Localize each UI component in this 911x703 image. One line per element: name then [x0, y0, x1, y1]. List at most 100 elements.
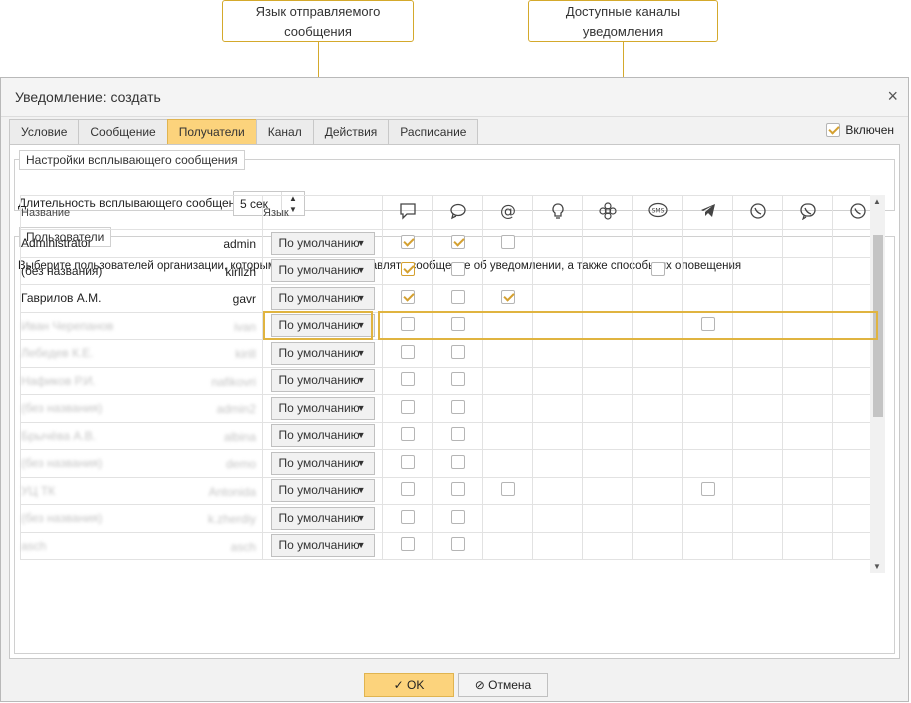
- user-name: Лебедев К.Е.: [21, 346, 94, 361]
- channel-checkbox[interactable]: [450, 537, 465, 552]
- channel-cell: [382, 504, 433, 533]
- scroll-up-icon[interactable]: ▲: [873, 197, 881, 206]
- channel-cell: [682, 531, 733, 560]
- caret-down-icon: ▼: [356, 347, 366, 358]
- channel-cell: [432, 449, 483, 478]
- table-row[interactable]: (без названия) admin2 По умолчанию ▼: [20, 394, 883, 423]
- tab-item[interactable]: Условие: [9, 119, 80, 144]
- channel-checkbox[interactable]: [450, 344, 465, 359]
- user-login: k.zherdiy: [207, 512, 256, 526]
- language-select[interactable]: По умолчанию ▼: [270, 341, 375, 365]
- table-scrollbar[interactable]: ▲ ▼: [870, 195, 885, 573]
- language-select-value: По умолчанию: [278, 235, 360, 250]
- language-select[interactable]: По умолчанию ▼: [270, 286, 375, 310]
- tab-item[interactable]: Действия: [312, 119, 390, 144]
- popup-settings-legend: Настройки всплывающего сообщения: [19, 150, 245, 170]
- channel-cell: [582, 476, 633, 505]
- table-row[interactable]: УЦ ТК Antonida По умолчанию ▼: [20, 476, 883, 505]
- channel-cell: [782, 284, 833, 313]
- user-name: (без названия): [21, 263, 103, 278]
- channel-checkbox[interactable]: [700, 482, 715, 497]
- tab-item[interactable]: Канал: [255, 119, 314, 144]
- tab-item[interactable]: Сообщение: [78, 119, 168, 144]
- svg-text:@: @: [500, 202, 516, 220]
- channel-checkbox[interactable]: [450, 454, 465, 469]
- channel-checkbox[interactable]: [450, 262, 465, 277]
- tab-item[interactable]: Расписание: [388, 119, 479, 144]
- channel-cell: [582, 256, 633, 285]
- enabled-toggle[interactable]: Включен: [826, 123, 894, 137]
- channel-cell: [432, 394, 483, 423]
- user-login: admin: [223, 237, 256, 251]
- user-name-cell: asch asch: [20, 531, 263, 560]
- channel-checkbox[interactable]: [400, 372, 415, 387]
- channel-cell: [532, 531, 583, 560]
- channel-cell: [682, 284, 733, 313]
- table-row[interactable]: (без названия) demo По умолчанию ▼: [20, 449, 883, 478]
- user-name: Нафиков Р.И.: [21, 373, 96, 388]
- channel-checkbox[interactable]: [400, 262, 415, 277]
- channel-cell: [382, 339, 433, 368]
- language-select[interactable]: По умолчанию ▼: [270, 424, 375, 448]
- cancel-label: Отмена: [488, 678, 532, 692]
- channel-checkbox[interactable]: [400, 454, 415, 469]
- user-name: Брычёва А.В.: [21, 428, 97, 443]
- channel-checkbox[interactable]: [500, 234, 515, 249]
- channel-checkbox[interactable]: [450, 482, 465, 497]
- table-row[interactable]: Нафиков Р.И. nafikovri По умолчанию ▼: [20, 366, 883, 395]
- table-header: Название Язык @ SMS: [20, 195, 883, 230]
- channel-checkbox[interactable]: [450, 289, 465, 304]
- channel-checkbox[interactable]: [450, 509, 465, 524]
- close-icon[interactable]: ×: [887, 86, 898, 107]
- language-select[interactable]: По умолчанию ▼: [270, 534, 375, 558]
- language-select[interactable]: По умолчанию ▼: [270, 259, 375, 283]
- channel-checkbox[interactable]: [400, 509, 415, 524]
- channel-checkbox[interactable]: [450, 399, 465, 414]
- channel-cell: [532, 229, 583, 258]
- tab-item[interactable]: Получатели: [166, 119, 257, 144]
- channel-checkbox[interactable]: [500, 482, 515, 497]
- table-row[interactable]: Гаврилов А.М. gavr По умолчанию ▼: [20, 284, 883, 313]
- table-row[interactable]: Administrator admin По умолчанию ▼: [20, 229, 883, 258]
- column-name-header[interactable]: Название: [20, 195, 263, 230]
- channel-cell: [682, 229, 733, 258]
- channel-checkbox[interactable]: [400, 482, 415, 497]
- column-lang-header[interactable]: Язык: [262, 195, 383, 230]
- language-select[interactable]: По умолчанию ▼: [270, 451, 375, 475]
- enabled-checkbox[interactable]: [826, 123, 841, 137]
- language-select[interactable]: По умолчанию ▼: [270, 231, 375, 255]
- channel-checkbox[interactable]: [400, 344, 415, 359]
- language-select[interactable]: По умолчанию ▼: [270, 506, 375, 530]
- channel-checkbox[interactable]: [450, 372, 465, 387]
- channel-checkbox[interactable]: [400, 537, 415, 552]
- channel-checkbox[interactable]: [400, 399, 415, 414]
- channel-checkbox[interactable]: [400, 289, 415, 304]
- user-lang-cell: По умолчанию ▼: [262, 394, 383, 423]
- language-select-value: По умолчанию: [278, 373, 360, 388]
- language-select-value: По умолчанию: [278, 400, 360, 415]
- ok-button[interactable]: ✓ OK: [364, 673, 454, 697]
- channel-checkbox[interactable]: [400, 427, 415, 442]
- channel-checkbox[interactable]: [450, 427, 465, 442]
- caret-down-icon: ▼: [356, 375, 366, 386]
- channel-checkbox[interactable]: [650, 262, 665, 277]
- channel-checkbox[interactable]: [400, 234, 415, 249]
- language-select[interactable]: По умолчанию ▼: [270, 396, 375, 420]
- notification-dialog: Уведомление: создать × Условие Сообщение П…: [0, 77, 909, 702]
- table-row[interactable]: (без названия) k.zherdiy По умолчанию ▼: [20, 504, 883, 533]
- user-lang-cell: По умолчанию ▼: [262, 476, 383, 505]
- table-row[interactable]: Лебедев К.Е. kirill По умолчанию ▼: [20, 339, 883, 368]
- table-row[interactable]: (без названия) kirllzh По умолчанию ▼: [20, 256, 883, 285]
- table-row[interactable]: Брычёва А.В. albina По умолчанию ▼: [20, 421, 883, 450]
- cancel-button[interactable]: ⊘ Отмена: [458, 673, 548, 697]
- channel-cell: [432, 421, 483, 450]
- language-select[interactable]: По умолчанию ▼: [270, 369, 375, 393]
- channel-checkbox[interactable]: [500, 289, 515, 304]
- channel-checkbox[interactable]: [450, 234, 465, 249]
- caret-down-icon: ▼: [356, 457, 366, 468]
- channel-cell: [582, 421, 633, 450]
- chat-bubble-icon: [382, 195, 433, 230]
- scroll-down-icon[interactable]: ▼: [873, 562, 881, 571]
- language-select[interactable]: По умолчанию ▼: [270, 479, 375, 503]
- table-row[interactable]: asch asch По умолчанию ▼: [20, 531, 883, 560]
